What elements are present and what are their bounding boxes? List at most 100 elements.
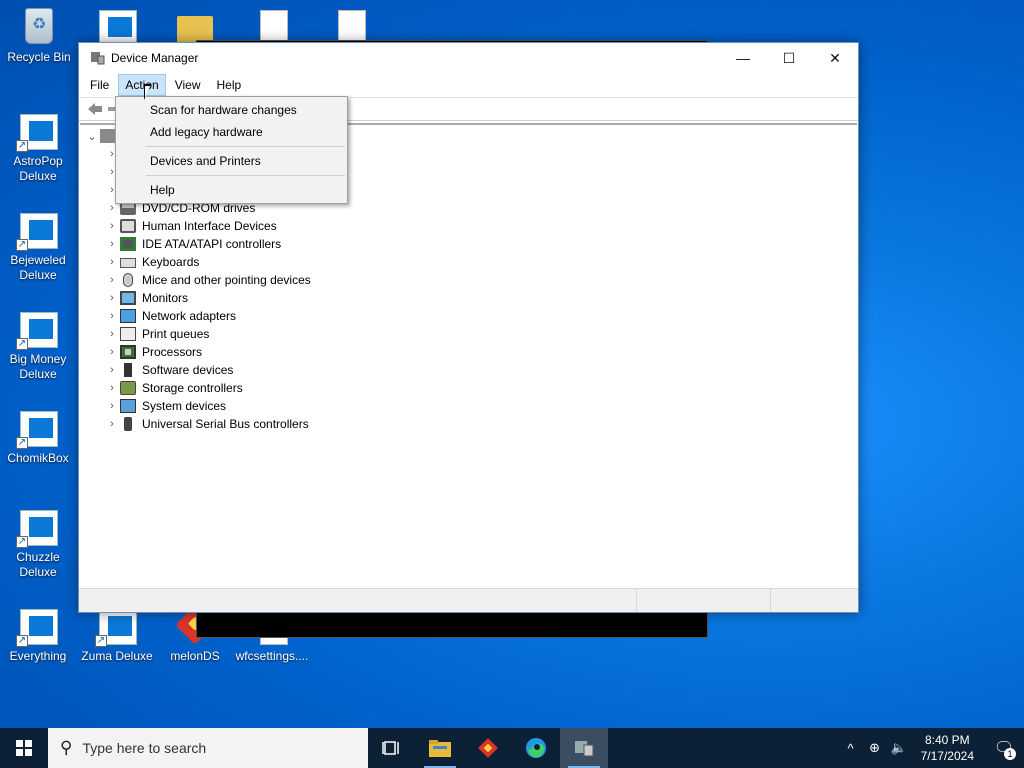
network-adapter-icon <box>120 309 136 323</box>
chevron-right-icon[interactable]: › <box>104 328 120 340</box>
desktop-icon-chuzzle[interactable]: ↗ Chuzzle Deluxe <box>0 508 76 580</box>
tree-item-label: System devices <box>142 399 227 413</box>
tree-item-label: IDE ATA/ATAPI controllers <box>142 237 282 251</box>
edge-icon <box>526 738 546 758</box>
menu-file[interactable]: File <box>83 74 116 96</box>
window-title: Device Manager <box>111 51 199 65</box>
desktop-icon-bejeweled[interactable]: ↗ Bejeweled Deluxe <box>0 211 76 283</box>
menu-item-devices-and-printers[interactable]: Devices and Printers <box>116 150 347 172</box>
desktop-icon-label: Everything <box>9 649 67 663</box>
tree-item[interactable]: › Storage controllers <box>104 379 243 397</box>
taskbar-search-box[interactable]: ⚲ Type here to search <box>48 728 368 768</box>
keyboard-icon <box>120 258 136 268</box>
windows-logo-icon <box>16 740 32 756</box>
desktop-icon-zuma[interactable]: ↗ Zuma Deluxe <box>79 607 155 664</box>
tree-item[interactable]: › Software devices <box>104 361 233 379</box>
chevron-down-icon[interactable]: ⌄ <box>84 130 100 143</box>
taskbar-melonds[interactable] <box>464 728 512 768</box>
chevron-right-icon[interactable]: › <box>104 220 120 232</box>
processor-icon <box>120 345 136 359</box>
status-segment <box>637 589 771 612</box>
chevron-right-icon[interactable]: › <box>104 292 120 304</box>
clock[interactable]: 8:40 PM 7/17/2024 <box>911 732 984 764</box>
status-bar <box>79 588 858 612</box>
chevron-right-icon[interactable]: › <box>104 256 120 268</box>
desktop-icon-label: wfcsettings.... <box>235 649 309 663</box>
chevron-right-icon[interactable]: › <box>104 382 120 394</box>
desktop-icon-chomikbox[interactable]: ↗ ChomikBox <box>0 409 76 466</box>
app-shortcut-icon: ↗ <box>16 112 60 152</box>
software-device-icon <box>124 363 132 377</box>
menu-view[interactable]: View <box>168 74 208 96</box>
taskbar-file-explorer[interactable] <box>416 728 464 768</box>
notification-badge: 1 <box>1004 748 1016 760</box>
tree-item-label: Monitors <box>142 291 189 305</box>
melonds-icon <box>478 738 498 758</box>
desktop-icon-label: Big Money Deluxe <box>9 352 67 381</box>
tree-item-label: Keyboards <box>142 255 200 269</box>
tree-item[interactable]: › Universal Serial Bus controllers <box>104 415 309 433</box>
chevron-right-icon[interactable]: › <box>104 418 120 430</box>
tree-item[interactable]: › Human Interface Devices <box>104 217 277 235</box>
desktop-icon-astropop[interactable]: ↗ AstroPop Deluxe <box>0 112 76 184</box>
app-shortcut-icon: ↗ <box>16 409 60 449</box>
chevron-right-icon[interactable]: › <box>104 310 120 322</box>
tree-item-label: Universal Serial Bus controllers <box>142 417 309 431</box>
app-shortcut-icon: ↗ <box>95 607 139 647</box>
recycle-bin-icon <box>17 8 61 48</box>
chevron-right-icon[interactable]: › <box>104 274 120 286</box>
tree-item[interactable]: › Print queues <box>104 325 209 343</box>
desktop-icon-everything[interactable]: ↗ Everything <box>0 607 76 664</box>
maximize-button[interactable]: ☐ <box>766 43 812 73</box>
tree-item[interactable]: › Mice and other pointing devices <box>104 271 311 289</box>
chevron-right-icon[interactable]: › <box>104 346 120 358</box>
tree-item[interactable]: › Monitors <box>104 289 188 307</box>
device-manager-icon <box>575 741 594 757</box>
minimize-button[interactable]: — <box>720 43 766 73</box>
hid-icon <box>120 219 136 233</box>
start-button[interactable] <box>0 728 48 768</box>
file-explorer-icon <box>429 740 451 757</box>
search-icon: ⚲ <box>60 738 73 757</box>
tree-item[interactable]: › Keyboards <box>104 253 199 271</box>
desktop-icon-label: melonDS <box>170 649 220 663</box>
status-segment <box>771 589 858 612</box>
menu-action[interactable]: Action <box>118 74 166 96</box>
tree-item[interactable]: › System devices <box>104 397 226 415</box>
tree-item[interactable]: › Network adapters <box>104 307 236 325</box>
device-manager-icon <box>89 50 105 66</box>
storage-controller-icon <box>120 381 136 395</box>
notification-center-button[interactable]: 🗨 1 <box>984 728 1024 768</box>
network-icon[interactable]: ⊕ <box>863 740 887 756</box>
tree-item[interactable]: › Processors <box>104 343 202 361</box>
desktop-icon-big-money[interactable]: ↗ Big Money Deluxe <box>0 310 76 382</box>
chevron-up-icon[interactable]: ^ <box>839 741 863 756</box>
chevron-right-icon[interactable]: › <box>104 400 120 412</box>
chevron-right-icon[interactable]: › <box>104 364 120 376</box>
menu-item-add-legacy-hardware[interactable]: Add legacy hardware <box>116 121 347 143</box>
task-view-button[interactable] <box>368 728 416 768</box>
mouse-icon <box>123 273 133 287</box>
taskbar-edge[interactable] <box>512 728 560 768</box>
menu-item-help[interactable]: Help <box>116 179 347 201</box>
printer-icon <box>120 327 136 341</box>
task-view-icon <box>382 741 399 755</box>
tree-item-label: Network adapters <box>142 309 237 323</box>
chevron-right-icon[interactable]: › <box>104 238 120 250</box>
menu-item-scan-hardware[interactable]: Scan for hardware changes <box>116 99 347 121</box>
tree-item[interactable]: › IDE ATA/ATAPI controllers <box>104 235 281 253</box>
status-segment <box>79 589 637 612</box>
tree-item-label: Print queues <box>142 327 210 341</box>
close-button[interactable]: ✕ <box>812 43 858 73</box>
search-placeholder: Type here to search <box>82 740 207 756</box>
desktop-icon-label: Recycle Bin <box>7 50 71 64</box>
back-arrow-icon[interactable] <box>85 100 105 118</box>
taskbar-device-manager[interactable] <box>560 728 608 768</box>
system-devices-icon <box>120 399 136 413</box>
tree-item-label: Human Interface Devices <box>142 219 277 233</box>
desktop-icon-recycle-bin[interactable]: Recycle Bin <box>1 8 77 65</box>
desktop-icon-label: AstroPop Deluxe <box>13 154 63 183</box>
menu-help[interactable]: Help <box>210 74 249 96</box>
title-bar[interactable]: Device Manager — ☐ ✕ <box>79 43 858 73</box>
volume-muted-icon[interactable]: 🔈 <box>887 740 911 756</box>
